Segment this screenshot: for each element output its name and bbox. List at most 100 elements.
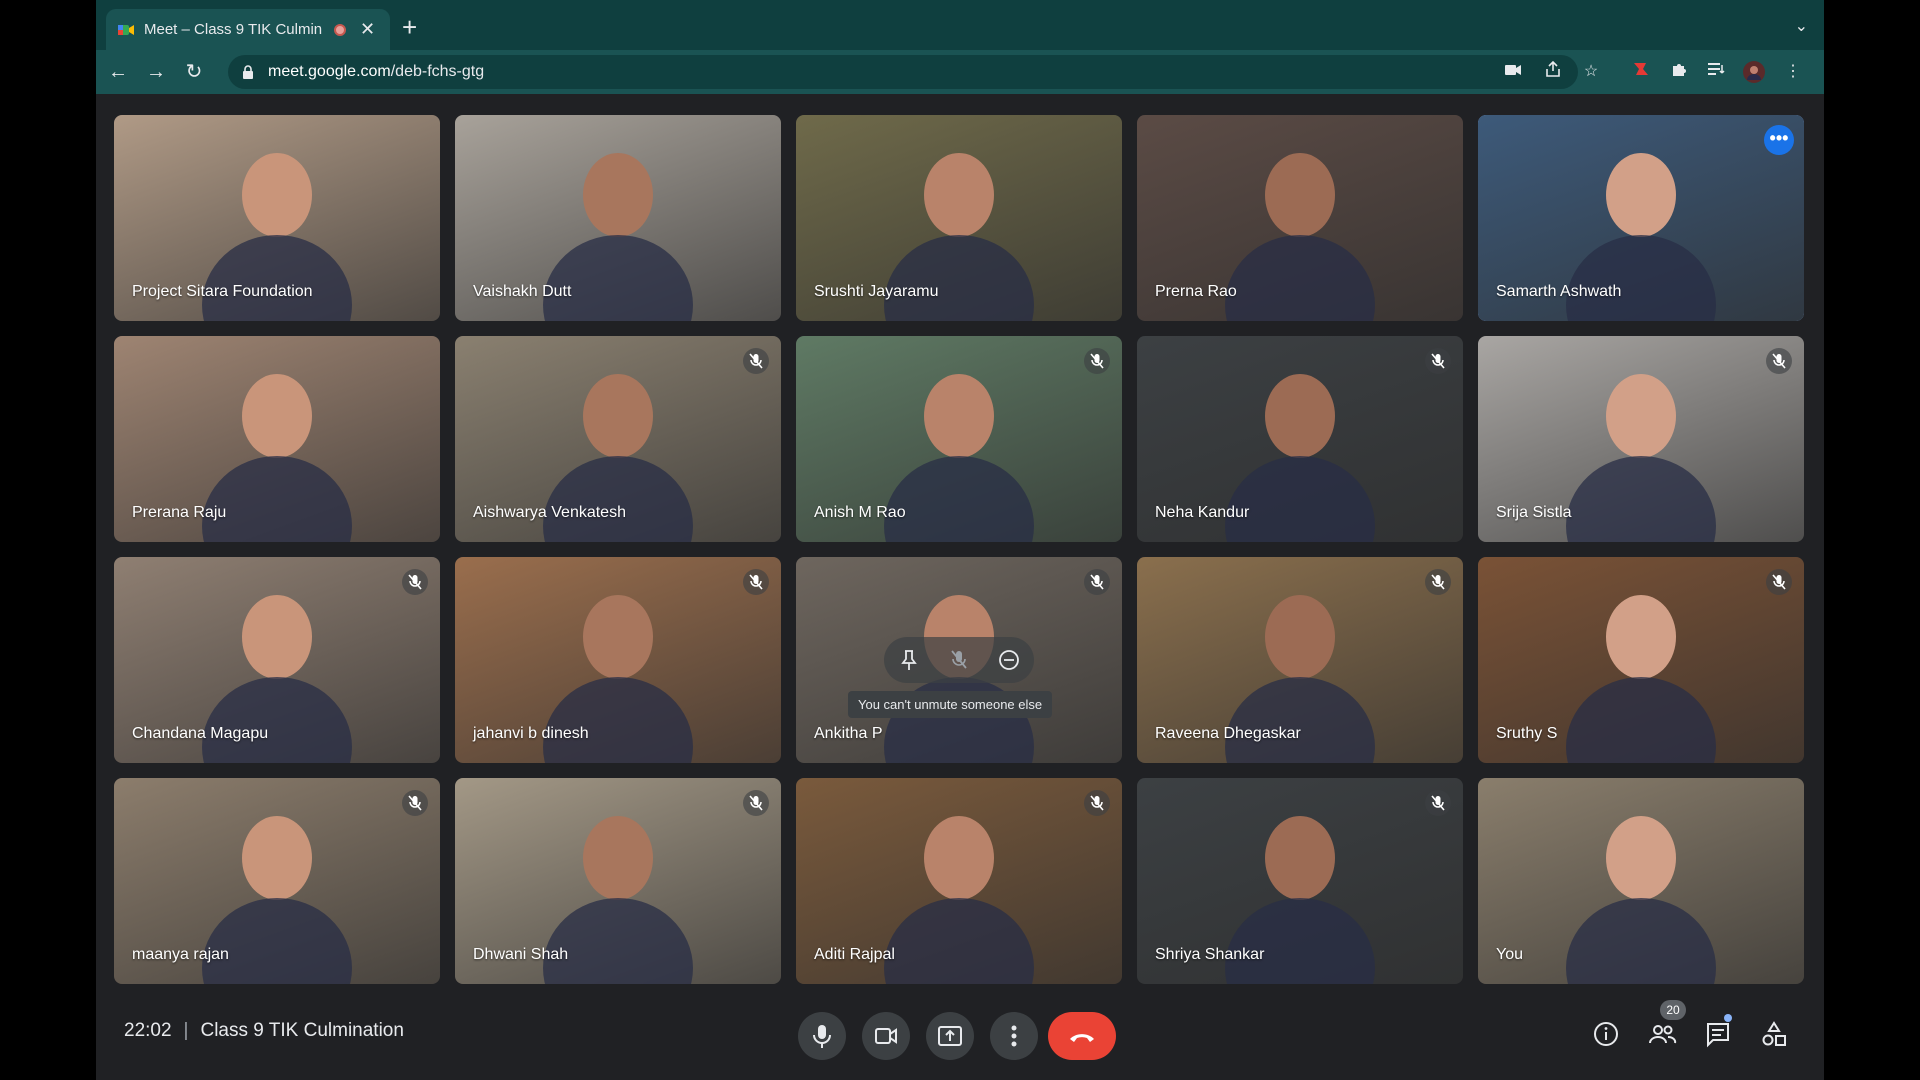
participant-tile[interactable]: Aishwarya Venkatesh [455,336,781,542]
present-icon [938,1026,962,1046]
camera-button[interactable] [862,1012,910,1060]
participant-name: Shriya Shankar [1155,946,1265,963]
activities-button[interactable] [1758,1018,1790,1050]
participant-tile[interactable]: Prerana Raju [114,336,440,542]
participant-face [583,816,653,900]
participant-tile[interactable]: Shriya Shankar [1137,778,1463,984]
participant-tile[interactable]: Srija Sistla [1478,336,1804,542]
participant-face [583,153,653,237]
participant-face [1606,816,1676,900]
participant-face [1265,153,1335,237]
reload-icon[interactable]: ↻ [182,60,206,84]
present-button[interactable] [926,1012,974,1060]
mic-off-icon [1084,569,1110,595]
extensions-puzzle-icon[interactable] [1668,61,1690,83]
participant-tile[interactable]: Project Sitara Foundation [114,115,440,321]
mic-off-icon [1766,348,1792,374]
participant-tile[interactable]: Chandana Magapu [114,557,440,763]
participant-tile[interactable]: Anish M Rao [796,336,1122,542]
participant-face [242,816,312,900]
separator: | [183,1020,189,1041]
share-icon[interactable] [1542,60,1564,83]
more-options-button[interactable] [990,1012,1038,1060]
clock-time: 22:02 [124,1020,172,1041]
participant-face [924,153,994,237]
tile-options-icon[interactable]: ••• [1764,125,1794,155]
camera-in-use-icon[interactable] [1502,61,1524,83]
participant-name: Srija Sistla [1496,504,1572,521]
participant-name: Project Sitara Foundation [132,283,313,300]
browser-menu-icon[interactable]: ⋮ [1782,61,1804,83]
participant-name: Ankitha P [814,725,883,742]
participant-face [924,816,994,900]
participant-face [1606,153,1676,237]
camera-icon [875,1028,897,1044]
profile-avatar[interactable] [1743,61,1765,83]
mic-off-icon [1766,569,1792,595]
mic-off-icon [743,790,769,816]
participant-tile[interactable]: Neha Kandur [1137,336,1463,542]
participant-name: You [1496,946,1523,963]
participant-tile[interactable]: Vaishakh Dutt [455,115,781,321]
participant-face [242,595,312,679]
browser-window: Meet – Class 9 TIK Culmin ✕ + ⌄ ← → ↻ me… [96,0,1824,1080]
tab-search-chevron-icon[interactable]: ⌄ [1795,16,1808,36]
address-bar[interactable]: meet.google.com/deb-fchs-gtg [228,55,1578,89]
unmute-tooltip: You can't unmute someone else [848,691,1053,718]
participant-tile[interactable]: Dhwani Shah [455,778,781,984]
activities-icon [1762,1021,1786,1046]
lock-icon [242,65,254,79]
tab-title: Meet – Class 9 TIK Culmin [144,21,323,38]
forward-arrow-icon[interactable]: → [144,60,168,84]
info-icon [1594,1022,1618,1046]
tab-meet[interactable]: Meet – Class 9 TIK Culmin ✕ [106,9,390,50]
participant-name: jahanvi b dinesh [473,725,589,742]
back-arrow-icon[interactable]: ← [106,60,130,84]
mic-off-icon [402,569,428,595]
mic-button[interactable] [798,1012,846,1060]
mic-off-icon [1084,790,1110,816]
mic-off-icon [743,569,769,595]
people-button[interactable] [1646,1018,1678,1050]
address-toolbar: ← → ↻ meet.google.com/deb-fchs-gtg ☆ ⋮ [96,50,1824,94]
participant-name: Chandana Magapu [132,725,269,742]
new-tab-button[interactable]: + [402,14,417,40]
chat-button[interactable] [1702,1018,1734,1050]
participant-name: Anish M Rao [814,504,906,521]
participant-name: Vaishakh Dutt [473,283,572,300]
participant-name: Aishwarya Venkatesh [473,504,626,521]
participant-tile[interactable]: jahanvi b dinesh [455,557,781,763]
meeting-details-button[interactable] [1590,1018,1622,1050]
mic-icon [813,1025,831,1048]
chat-icon [1707,1023,1729,1048]
reading-list-icon[interactable] [1706,61,1728,83]
participant-tile[interactable]: Sruthy S [1478,557,1804,763]
participant-tile[interactable]: Samarth Ashwath ••• [1478,115,1804,321]
participant-name: Srushti Jayaramu [814,283,939,300]
participant-name: Neha Kandur [1155,504,1250,521]
participant-tile[interactable]: Srushti Jayaramu [796,115,1122,321]
participant-face [1265,595,1335,679]
remove-participant-icon[interactable] [995,646,1023,674]
pin-icon[interactable] [895,646,923,674]
bookmark-star-icon[interactable]: ☆ [1580,61,1602,83]
participant-grid: Project Sitara Foundation Vaishakh Dutt Sr… [114,115,1806,985]
participant-tile[interactable]: You [1478,778,1804,984]
participant-tile[interactable]: maanya rajan [114,778,440,984]
participant-tile[interactable]: Ankitha P You can't unmute someone else [796,557,1122,763]
chat-notification-dot [1724,1014,1732,1022]
tab-strip: Meet – Class 9 TIK Culmin ✕ + ⌄ [96,0,1824,50]
close-tab-icon[interactable]: ✕ [360,19,375,40]
url-text: meet.google.com/deb-fchs-gtg [268,63,484,81]
participant-face [242,153,312,237]
extension-red-icon[interactable] [1630,61,1652,83]
mic-off-icon [1084,348,1110,374]
participant-name: Aditi Rajpal [814,946,895,963]
participant-tile[interactable]: Raveena Dhegaskar [1137,557,1463,763]
people-icon [1649,1025,1677,1044]
participant-face [583,595,653,679]
participant-tile[interactable]: Prerna Rao [1137,115,1463,321]
participant-tile[interactable]: Aditi Rajpal [796,778,1122,984]
end-call-button[interactable] [1048,1012,1116,1060]
mute-participant-icon[interactable] [945,646,973,674]
